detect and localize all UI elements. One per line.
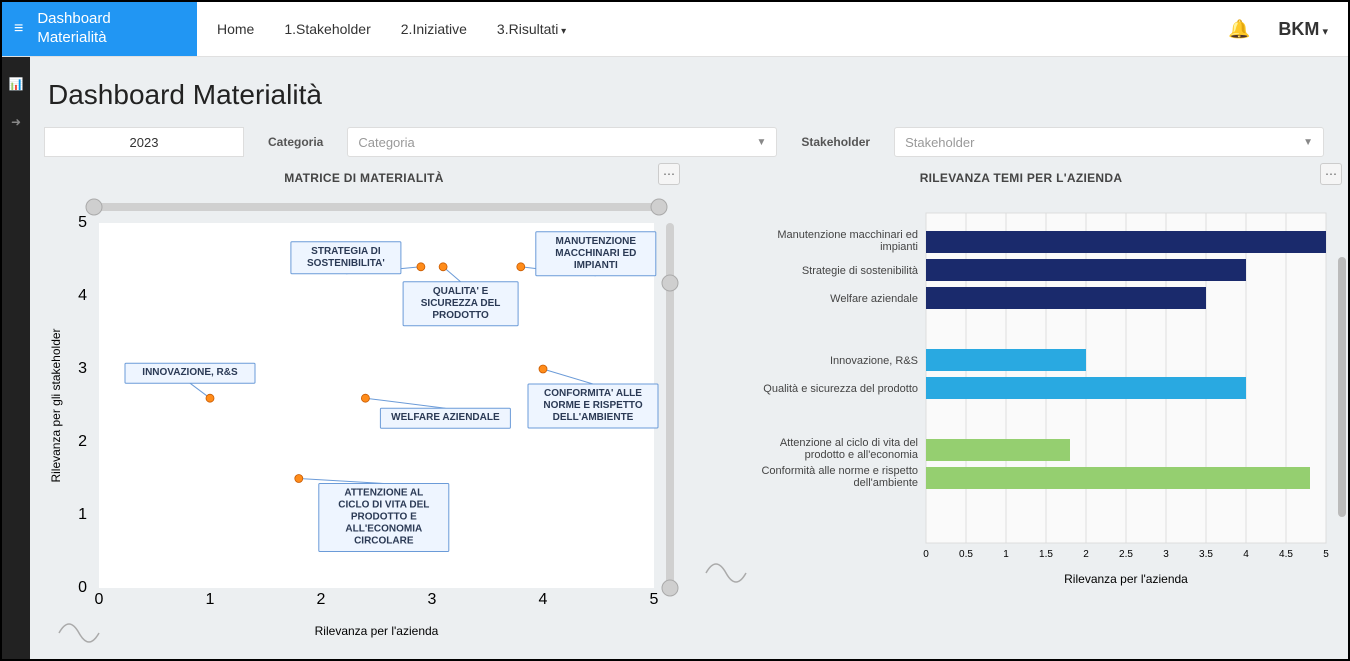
materiality-matrix-chart: 00 1 1 2 2 3 3 4 4 5 5 Rilevanza per l'azienda Rilev… (44, 193, 684, 643)
bar-title: RILEVANZA TEMI PER L'AZIENDA (696, 171, 1346, 185)
page-scrollbar[interactable] (1338, 257, 1346, 517)
top-nav: Home 1.Stakeholder 2.Iniziative 3.Risult… (197, 2, 586, 56)
hamburger-icon[interactable]: ≡ (14, 21, 23, 37)
svg-text:Attenzione al ciclo di vita de: Attenzione al ciclo di vita del (780, 437, 918, 449)
svg-text:CICLO DI VITA DEL: CICLO DI VITA DEL (338, 500, 429, 511)
svg-text:CIRCOLARE: CIRCOLARE (354, 536, 414, 547)
svg-text:3.5: 3.5 (1199, 549, 1213, 560)
svg-text:INNOVAZIONE, R&S: INNOVAZIONE, R&S (142, 367, 238, 378)
stakeholder-dropdown[interactable]: Stakeholder ▼ (894, 127, 1324, 157)
svg-text:2: 2 (317, 591, 326, 608)
nav-risultati[interactable]: 3.Risultati (497, 21, 566, 37)
svg-text:Qualità e sicurezza del prodot: Qualità e sicurezza del prodotto (763, 383, 918, 395)
chevron-down-icon: ▼ (1303, 137, 1313, 148)
scatter-title: MATRICE DI MATERIALITÀ (44, 171, 684, 185)
svg-text:2: 2 (1083, 549, 1089, 560)
rail-chart-icon[interactable]: 📊 (9, 77, 24, 91)
svg-text:ALL'ECONOMIA: ALL'ECONOMIA (345, 524, 422, 535)
svg-text:STRATEGIA DI: STRATEGIA DI (311, 246, 381, 257)
svg-text:2.5: 2.5 (1119, 549, 1133, 560)
page-body: Dashboard Materialità 2023 Categoria Cat… (30, 57, 1348, 659)
nav-stakeholder[interactable]: 1.Stakeholder (284, 21, 370, 37)
filter-row: 2023 Categoria Categoria ▼ Stakeholder S… (44, 127, 1334, 157)
svg-text:Strategie di sostenibilità: Strategie di sostenibilità (802, 265, 919, 277)
nav-home[interactable]: Home (217, 21, 254, 37)
svg-text:1: 1 (206, 591, 215, 608)
bar-panel: RILEVANZA TEMI PER L'AZIENDA ⋯ 00.511.52… (696, 167, 1346, 648)
svg-text:DELL'AMBIENTE: DELL'AMBIENTE (553, 412, 634, 423)
svg-text:0: 0 (78, 579, 87, 596)
user-menu[interactable]: BKM (1278, 19, 1328, 40)
svg-text:4: 4 (78, 287, 87, 304)
scatter-menu-icon[interactable]: ⋯ (658, 163, 680, 185)
year-selector[interactable]: 2023 (44, 127, 244, 157)
svg-text:PRODOTTO: PRODOTTO (432, 310, 489, 321)
categoria-label: Categoria (268, 135, 323, 149)
bell-icon[interactable]: 🔔 (1228, 19, 1250, 40)
year-value: 2023 (130, 135, 159, 150)
svg-text:Conformità alle norme e rispet: Conformità alle norme e rispetto (761, 465, 918, 477)
svg-text:ATTENZIONE AL: ATTENZIONE AL (344, 488, 423, 499)
svg-text:1: 1 (1003, 549, 1009, 560)
svg-text:MANUTENZIONE: MANUTENZIONE (556, 236, 637, 247)
stakeholder-label: Stakeholder (801, 135, 870, 149)
svg-text:QUALITA' E: QUALITA' E (433, 286, 489, 297)
categoria-placeholder: Categoria (358, 135, 414, 150)
svg-text:0.5: 0.5 (959, 549, 973, 560)
svg-text:Rilevanza per l'azienda: Rilevanza per l'azienda (315, 624, 439, 638)
svg-text:1: 1 (78, 506, 87, 523)
categoria-dropdown[interactable]: Categoria ▼ (347, 127, 777, 157)
svg-text:0: 0 (95, 591, 104, 608)
svg-text:5: 5 (78, 214, 87, 231)
svg-text:IMPIANTI: IMPIANTI (574, 260, 618, 271)
svg-text:SICUREZZA DEL: SICUREZZA DEL (421, 298, 501, 309)
header-right: 🔔 BKM (1228, 2, 1348, 56)
svg-text:1.5: 1.5 (1039, 549, 1053, 560)
svg-text:5: 5 (650, 591, 659, 608)
svg-text:Welfare aziendale: Welfare aziendale (830, 293, 918, 305)
svg-text:prodotto e all'economia: prodotto e all'economia (805, 449, 919, 461)
bar-menu-icon[interactable]: ⋯ (1320, 163, 1342, 185)
nav-iniziative[interactable]: 2.Iniziative (401, 21, 467, 37)
stakeholder-placeholder: Stakeholder (905, 135, 974, 150)
brand-title: Dashboard Materialità (37, 10, 110, 48)
svg-text:4.5: 4.5 (1279, 549, 1293, 560)
rail-exit-icon[interactable]: ➜ (11, 115, 21, 129)
brand-block: ≡ Dashboard Materialità (2, 2, 197, 56)
left-rail: 📊 ➜ (2, 57, 30, 659)
svg-text:4: 4 (1243, 549, 1249, 560)
svg-text:SOSTENIBILITA': SOSTENIBILITA' (307, 258, 385, 269)
svg-text:3: 3 (428, 591, 437, 608)
chevron-down-icon: ▼ (756, 137, 766, 148)
svg-text:Manutenzione macchinari ed: Manutenzione macchinari ed (777, 229, 918, 241)
scatter-panel: MATRICE DI MATERIALITÀ ⋯ 001122334455Ril… (44, 167, 684, 648)
relevance-bar-chart: 0 0.5 1 1.5 2 2.5 3 3.5 4 4.5 5 Manutenzione macchi… (696, 193, 1346, 593)
page-title: Dashboard Materialità (48, 79, 1334, 111)
svg-text:4: 4 (539, 591, 548, 608)
svg-text:5: 5 (1323, 549, 1329, 560)
svg-text:CONFORMITA' ALLE: CONFORMITA' ALLE (544, 388, 642, 399)
svg-text:2: 2 (78, 433, 87, 450)
svg-text:PRODOTTO E: PRODOTTO E (351, 512, 417, 523)
top-header: ≡ Dashboard Materialità Home 1.Stakehold… (2, 2, 1348, 57)
svg-text:0: 0 (923, 549, 929, 560)
svg-text:MACCHINARI ED: MACCHINARI ED (555, 248, 636, 259)
svg-text:NORME E RISPETTO: NORME E RISPETTO (543, 400, 642, 411)
svg-text:3: 3 (78, 360, 87, 377)
svg-text:Rilevanza per l'azienda: Rilevanza per l'azienda (1064, 572, 1188, 586)
svg-text:Innovazione, R&S: Innovazione, R&S (830, 355, 918, 367)
svg-text:dell'ambiente: dell'ambiente (854, 477, 918, 489)
svg-text:impianti: impianti (880, 241, 918, 253)
svg-text:3: 3 (1163, 549, 1169, 560)
svg-text:Rilevanza per gli stakeholder: Rilevanza per gli stakeholder (49, 328, 63, 482)
svg-text:WELFARE AZIENDALE: WELFARE AZIENDALE (391, 412, 500, 423)
